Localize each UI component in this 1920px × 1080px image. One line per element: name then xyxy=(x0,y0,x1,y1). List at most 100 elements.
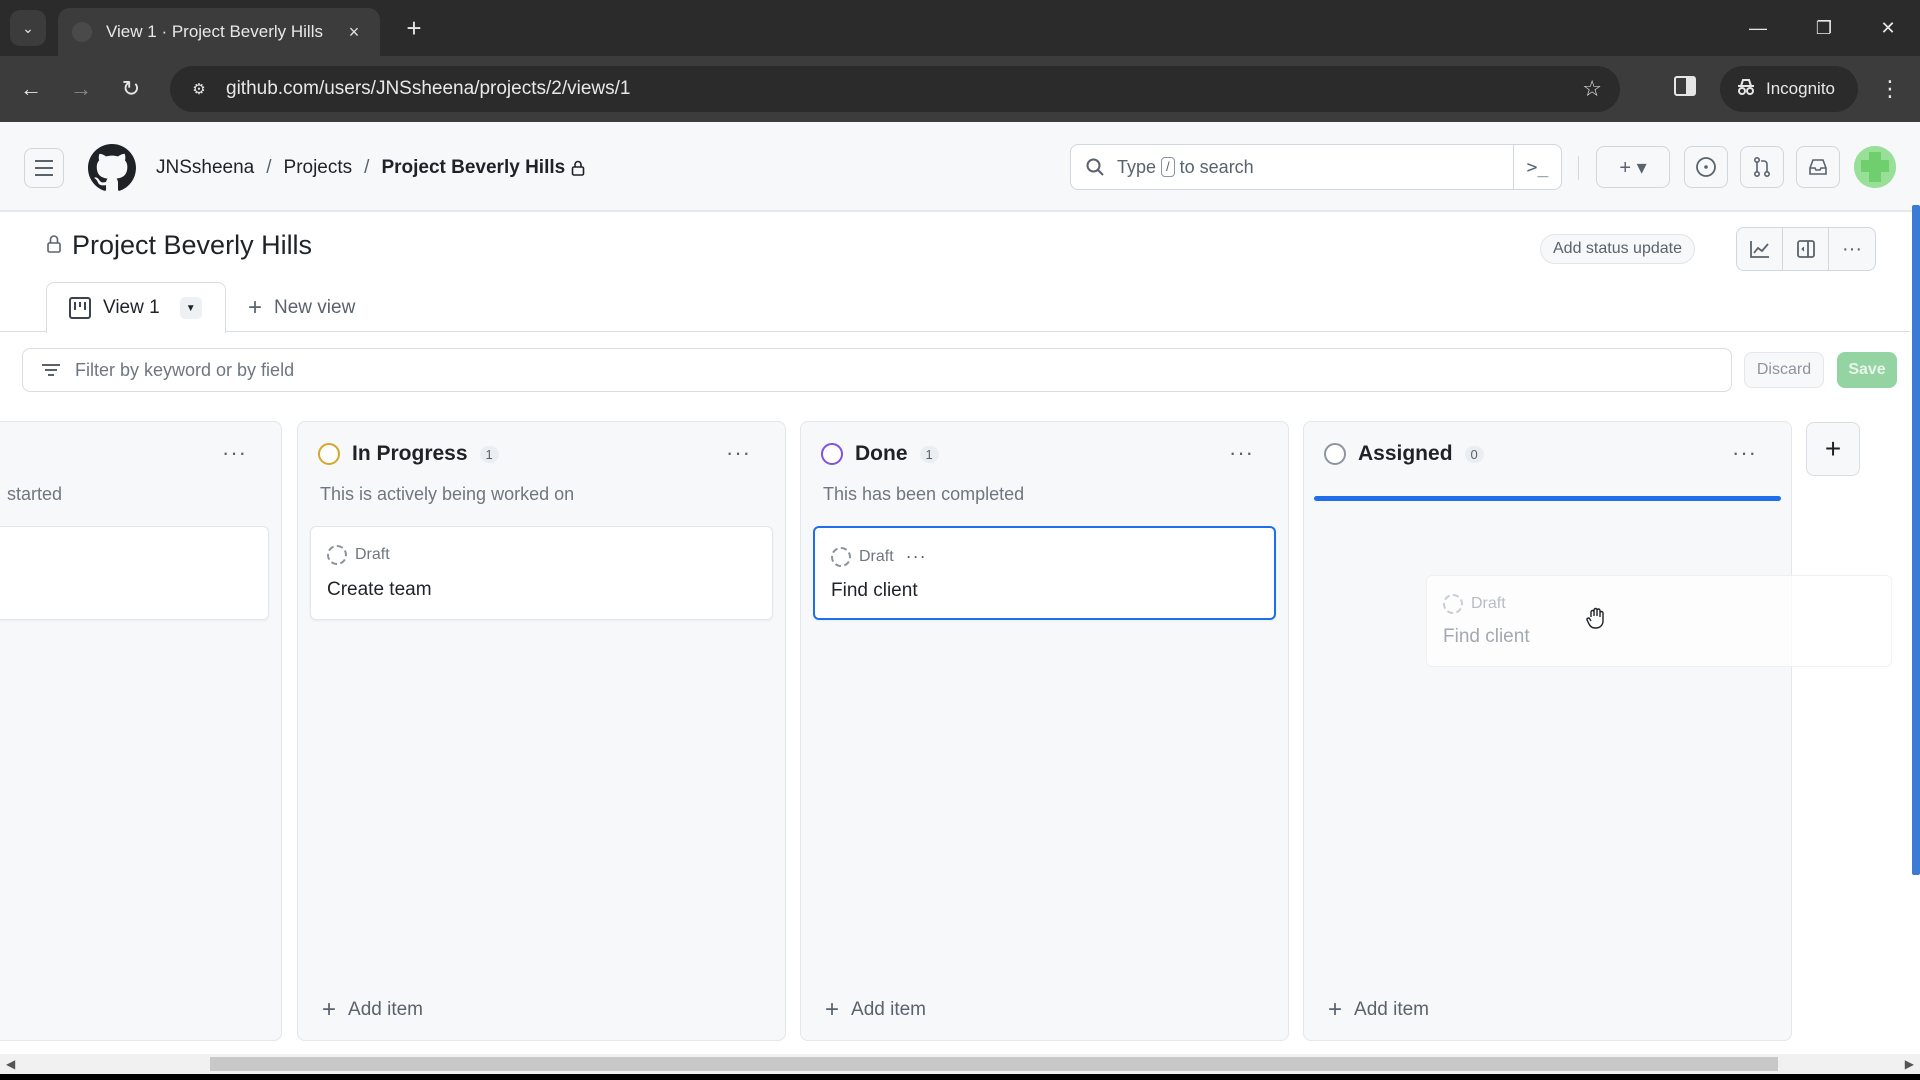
card-title[interactable]: Create team xyxy=(327,579,432,601)
vertical-scrollbar[interactable] xyxy=(1912,205,1920,875)
side-panel-icon[interactable] xyxy=(1674,76,1696,96)
incognito-badge[interactable]: Incognito xyxy=(1720,66,1858,112)
board-column-done: Done 1 ··· This has been completed Draft… xyxy=(800,421,1289,1041)
draft-issue-icon xyxy=(831,546,851,567)
close-tab-icon[interactable]: × xyxy=(342,22,366,43)
tab-view-1[interactable]: View 1 ▼ xyxy=(46,282,226,333)
add-column-button[interactable]: + xyxy=(1806,422,1860,476)
add-status-update-button[interactable]: Add status update xyxy=(1540,234,1695,264)
insights-button[interactable] xyxy=(1737,228,1783,270)
column-count: 0 xyxy=(1464,445,1484,463)
filter-icon xyxy=(41,364,61,376)
global-search-input[interactable]: Type / to search >_ xyxy=(1070,144,1562,190)
search-placeholder-suffix: to search xyxy=(1179,156,1254,177)
minimize-button[interactable]: — xyxy=(1738,12,1778,44)
breadcrumb-owner[interactable]: JNSsheena xyxy=(156,157,254,179)
tab-list-button[interactable]: ⌄ xyxy=(10,10,46,46)
url-text[interactable]: github.com/users/JNSsheena/projects/2/vi… xyxy=(226,78,1582,100)
project-more-button[interactable]: ··· xyxy=(1829,228,1875,270)
dragging-card[interactable]: Draft Find client xyxy=(1426,575,1892,667)
breadcrumb-separator: / xyxy=(266,157,272,178)
add-item-button[interactable]: + Add item xyxy=(322,996,423,1024)
issues-button[interactable] xyxy=(1684,146,1728,188)
plus-icon: + xyxy=(322,996,337,1023)
card-menu-button[interactable]: ··· xyxy=(906,546,927,567)
hamburger-icon-line xyxy=(35,174,53,176)
plus-icon: + xyxy=(406,12,422,43)
column-count: 1 xyxy=(479,445,499,463)
view-tabs: View 1 ▼ + New view xyxy=(0,282,1910,333)
board-card[interactable]: Draft Create team xyxy=(310,526,773,620)
breadcrumb-current-project[interactable]: Project Beverly Hills xyxy=(381,157,565,179)
user-avatar[interactable] xyxy=(1854,146,1896,188)
plus-caret-icon: + ▾ xyxy=(1619,156,1647,179)
restore-button[interactable]: ❐ xyxy=(1804,12,1844,44)
breadcrumb-projects[interactable]: Projects xyxy=(284,157,353,179)
issue-opened-icon xyxy=(1696,157,1716,177)
new-view-button[interactable]: + New view xyxy=(248,294,355,322)
new-view-label: New view xyxy=(274,297,356,318)
create-new-button[interactable]: + ▾ xyxy=(1596,146,1670,188)
reload-button[interactable]: ↻ xyxy=(114,72,148,106)
hamburger-icon-line xyxy=(35,160,53,162)
project-actions-group: ··· xyxy=(1736,227,1876,271)
column-title: Assigned xyxy=(1358,442,1453,465)
command-palette-button[interactable]: >_ xyxy=(1513,145,1561,189)
column-menu-button[interactable]: ··· xyxy=(726,440,751,466)
discard-button[interactable]: Discard xyxy=(1744,352,1824,388)
incognito-icon xyxy=(1736,78,1756,101)
global-nav-menu-button[interactable] xyxy=(24,148,64,188)
status-circle-icon xyxy=(821,443,843,465)
save-button[interactable]: Save xyxy=(1837,352,1897,388)
browser-menu-button[interactable]: ⋮ xyxy=(1878,74,1902,104)
add-item-button[interactable]: + Add item xyxy=(1328,996,1429,1024)
github-logo-icon[interactable] xyxy=(88,144,136,192)
breadcrumb: JNSsheena / Projects / Project Beverly H… xyxy=(156,154,585,182)
add-item-label: Add item xyxy=(1354,999,1429,1020)
column-menu-button[interactable]: ··· xyxy=(222,440,247,466)
add-item-button[interactable]: + Add item xyxy=(825,996,926,1024)
close-window-button[interactable]: ✕ xyxy=(1868,12,1908,44)
horizontal-scrollbar-thumb[interactable] xyxy=(210,1057,1778,1071)
card-type: Draft xyxy=(859,547,894,565)
chevron-down-icon: ⌄ xyxy=(22,19,34,36)
new-tab-button[interactable]: + xyxy=(398,12,430,44)
filter-bar xyxy=(22,348,1732,392)
filter-input[interactable] xyxy=(75,359,1731,381)
board-card[interactable] xyxy=(0,526,269,620)
browser-tab-active[interactable]: View 1 · Project Beverly Hills × xyxy=(58,8,380,56)
graph-icon xyxy=(1749,241,1769,258)
back-button[interactable]: ← xyxy=(14,72,48,106)
draft-issue-icon xyxy=(327,545,347,565)
board-card-selected[interactable]: Draft ··· Find client xyxy=(813,526,1276,620)
board-column-assigned: Assigned 0 ··· + Add item xyxy=(1303,421,1792,1041)
status-circle-icon xyxy=(318,443,340,465)
address-bar[interactable]: ⚙ github.com/users/JNSsheena/projects/2/… xyxy=(170,66,1620,112)
horizontal-scrollbar[interactable]: ◀ ▶ xyxy=(0,1054,1920,1074)
card-meta: Draft xyxy=(1443,594,1506,614)
card-title[interactable]: Find client xyxy=(831,580,918,602)
forward-button[interactable]: → xyxy=(64,72,98,106)
view-options-dropdown[interactable]: ▼ xyxy=(179,297,202,319)
side-panel-button[interactable] xyxy=(1783,228,1829,270)
hamburger-icon-line xyxy=(35,167,53,169)
arrow-right-icon: → xyxy=(70,76,92,101)
project-title-text: Project Beverly Hills xyxy=(72,230,313,260)
search-icon xyxy=(1085,157,1105,177)
card-meta: Draft ··· xyxy=(831,546,927,567)
bookmark-star-icon[interactable]: ☆ xyxy=(1582,76,1602,102)
search-placeholder-prefix: Type xyxy=(1117,156,1157,177)
browser-tab-title: View 1 · Project Beverly Hills xyxy=(106,22,323,41)
pull-requests-button[interactable] xyxy=(1740,146,1784,188)
scroll-left-icon[interactable]: ◀ xyxy=(6,1057,15,1071)
column-title: In Progress xyxy=(352,442,468,465)
plus-icon: + xyxy=(248,294,263,321)
column-title: Done xyxy=(855,442,908,465)
project-board-icon xyxy=(69,297,91,319)
inbox-button[interactable] xyxy=(1796,146,1840,188)
scroll-right-icon[interactable]: ▶ xyxy=(1905,1057,1914,1071)
column-menu-button[interactable]: ··· xyxy=(1229,440,1254,466)
column-menu-button[interactable]: ··· xyxy=(1732,440,1757,466)
browser-tab-strip: ⌄ View 1 · Project Beverly Hills × + — ❐… xyxy=(0,0,1920,56)
site-settings-icon[interactable]: ⚙ xyxy=(188,80,210,98)
